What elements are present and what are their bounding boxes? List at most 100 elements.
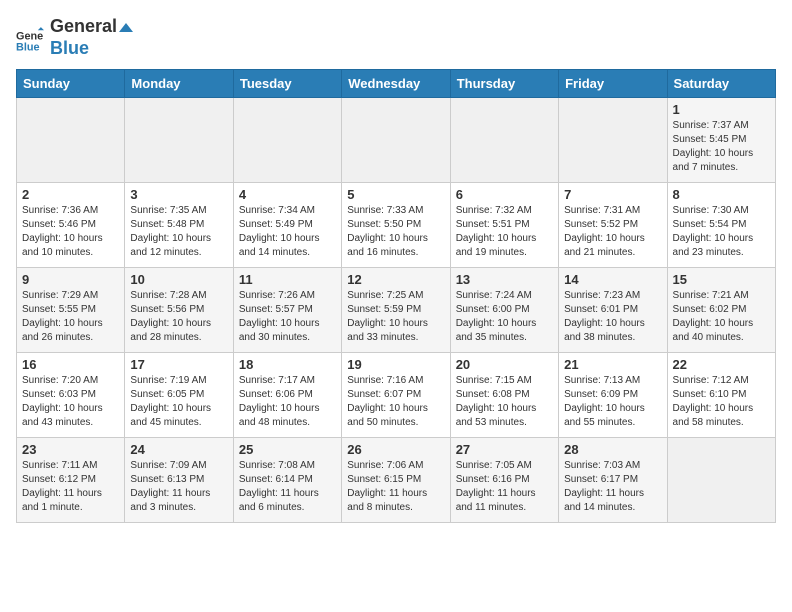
- calendar-cell: [559, 98, 667, 183]
- day-info: Sunrise: 7:16 AM Sunset: 6:07 PM Dayligh…: [347, 374, 444, 430]
- day-info: Sunrise: 7:17 AM Sunset: 6:06 PM Dayligh…: [239, 374, 336, 430]
- day-number: 18: [239, 357, 336, 372]
- weekday-header: Sunday: [17, 70, 125, 98]
- logo-blue: Blue: [50, 38, 133, 60]
- day-number: 8: [673, 187, 770, 202]
- calendar-cell: 13 Sunrise: 7:24 AM Sunset: 6:00 PM Dayli…: [450, 268, 558, 353]
- day-info: Sunrise: 7:30 AM Sunset: 5:54 PM Dayligh…: [673, 204, 770, 260]
- day-number: 7: [564, 187, 661, 202]
- day-info: Sunrise: 7:19 AM Sunset: 6:05 PM Dayligh…: [130, 374, 227, 430]
- calendar-week-row: 2 Sunrise: 7:36 AM Sunset: 5:46 PM Daylig…: [17, 183, 776, 268]
- logo-general: General: [50, 16, 133, 38]
- day-info: Sunrise: 7:23 AM Sunset: 6:01 PM Dayligh…: [564, 289, 661, 345]
- day-info: Sunrise: 7:12 AM Sunset: 6:10 PM Dayligh…: [673, 374, 770, 430]
- day-info: Sunrise: 7:32 AM Sunset: 5:51 PM Dayligh…: [456, 204, 553, 260]
- calendar-week-row: 1 Sunrise: 7:37 AM Sunset: 5:45 PM Daylig…: [17, 98, 776, 183]
- day-number: 21: [564, 357, 661, 372]
- calendar-cell: [342, 98, 450, 183]
- day-info: Sunrise: 7:21 AM Sunset: 6:02 PM Dayligh…: [673, 289, 770, 345]
- day-info: Sunrise: 7:37 AM Sunset: 5:45 PM Dayligh…: [673, 119, 770, 175]
- calendar-cell: 18 Sunrise: 7:17 AM Sunset: 6:06 PM Dayli…: [233, 353, 341, 438]
- calendar-week-row: 9 Sunrise: 7:29 AM Sunset: 5:55 PM Daylig…: [17, 268, 776, 353]
- calendar-cell: [450, 98, 558, 183]
- day-info: Sunrise: 7:34 AM Sunset: 5:49 PM Dayligh…: [239, 204, 336, 260]
- day-number: 4: [239, 187, 336, 202]
- calendar-cell: [233, 98, 341, 183]
- day-number: 16: [22, 357, 119, 372]
- calendar-week-row: 23 Sunrise: 7:11 AM Sunset: 6:12 PM Dayli…: [17, 438, 776, 523]
- day-number: 19: [347, 357, 444, 372]
- day-info: Sunrise: 7:24 AM Sunset: 6:00 PM Dayligh…: [456, 289, 553, 345]
- day-info: Sunrise: 7:09 AM Sunset: 6:13 PM Dayligh…: [130, 459, 227, 515]
- calendar-cell: 24 Sunrise: 7:09 AM Sunset: 6:13 PM Dayli…: [125, 438, 233, 523]
- calendar-cell: 23 Sunrise: 7:11 AM Sunset: 6:12 PM Dayli…: [17, 438, 125, 523]
- calendar: SundayMondayTuesdayWednesdayThursdayFrid…: [16, 69, 776, 523]
- day-info: Sunrise: 7:13 AM Sunset: 6:09 PM Dayligh…: [564, 374, 661, 430]
- day-number: 9: [22, 272, 119, 287]
- calendar-cell: 4 Sunrise: 7:34 AM Sunset: 5:49 PM Daylig…: [233, 183, 341, 268]
- calendar-cell: 2 Sunrise: 7:36 AM Sunset: 5:46 PM Daylig…: [17, 183, 125, 268]
- calendar-cell: 17 Sunrise: 7:19 AM Sunset: 6:05 PM Dayli…: [125, 353, 233, 438]
- day-number: 27: [456, 442, 553, 457]
- day-number: 25: [239, 442, 336, 457]
- day-number: 22: [673, 357, 770, 372]
- calendar-cell: 14Sunrise: 7:23 AM Sunset: 6:01 PM Dayli…: [559, 268, 667, 353]
- day-number: 2: [22, 187, 119, 202]
- page-header: General Blue General Blue: [16, 16, 776, 59]
- calendar-cell: 3 Sunrise: 7:35 AM Sunset: 5:48 PM Daylig…: [125, 183, 233, 268]
- calendar-cell: 27 Sunrise: 7:05 AM Sunset: 6:16 PM Dayli…: [450, 438, 558, 523]
- logo-icon: General Blue: [16, 24, 44, 52]
- calendar-cell: [17, 98, 125, 183]
- day-info: Sunrise: 7:20 AM Sunset: 6:03 PM Dayligh…: [22, 374, 119, 430]
- calendar-cell: 6Sunrise: 7:32 AM Sunset: 5:51 PM Daylig…: [450, 183, 558, 268]
- calendar-cell: 7 Sunrise: 7:31 AM Sunset: 5:52 PM Daylig…: [559, 183, 667, 268]
- calendar-cell: [667, 438, 775, 523]
- day-info: Sunrise: 7:29 AM Sunset: 5:55 PM Dayligh…: [22, 289, 119, 345]
- day-number: 1: [673, 102, 770, 117]
- calendar-cell: 10 Sunrise: 7:28 AM Sunset: 5:56 PM Dayli…: [125, 268, 233, 353]
- day-number: 13: [456, 272, 553, 287]
- calendar-cell: 20 Sunrise: 7:15 AM Sunset: 6:08 PM Dayli…: [450, 353, 558, 438]
- day-number: 23: [22, 442, 119, 457]
- day-info: Sunrise: 7:25 AM Sunset: 5:59 PM Dayligh…: [347, 289, 444, 345]
- day-info: Sunrise: 7:11 AM Sunset: 6:12 PM Dayligh…: [22, 459, 119, 515]
- day-number: 11: [239, 272, 336, 287]
- calendar-cell: 16 Sunrise: 7:20 AM Sunset: 6:03 PM Dayli…: [17, 353, 125, 438]
- day-number: 12: [347, 272, 444, 287]
- day-info: Sunrise: 7:35 AM Sunset: 5:48 PM Dayligh…: [130, 204, 227, 260]
- calendar-cell: 21 Sunrise: 7:13 AM Sunset: 6:09 PM Dayli…: [559, 353, 667, 438]
- day-number: 20: [456, 357, 553, 372]
- day-info: Sunrise: 7:33 AM Sunset: 5:50 PM Dayligh…: [347, 204, 444, 260]
- day-info: Sunrise: 7:36 AM Sunset: 5:46 PM Dayligh…: [22, 204, 119, 260]
- calendar-cell: 26Sunrise: 7:06 AM Sunset: 6:15 PM Dayli…: [342, 438, 450, 523]
- calendar-cell: 28Sunrise: 7:03 AM Sunset: 6:17 PM Dayli…: [559, 438, 667, 523]
- weekday-header: Tuesday: [233, 70, 341, 98]
- calendar-cell: 9 Sunrise: 7:29 AM Sunset: 5:55 PM Daylig…: [17, 268, 125, 353]
- day-number: 3: [130, 187, 227, 202]
- calendar-cell: 22 Sunrise: 7:12 AM Sunset: 6:10 PM Dayli…: [667, 353, 775, 438]
- calendar-cell: 11 Sunrise: 7:26 AM Sunset: 5:57 PM Dayli…: [233, 268, 341, 353]
- day-number: 28: [564, 442, 661, 457]
- calendar-cell: 12 Sunrise: 7:25 AM Sunset: 5:59 PM Dayli…: [342, 268, 450, 353]
- day-info: Sunrise: 7:28 AM Sunset: 5:56 PM Dayligh…: [130, 289, 227, 345]
- weekday-header: Wednesday: [342, 70, 450, 98]
- svg-text:Blue: Blue: [16, 41, 40, 52]
- day-info: Sunrise: 7:31 AM Sunset: 5:52 PM Dayligh…: [564, 204, 661, 260]
- day-number: 17: [130, 357, 227, 372]
- day-info: Sunrise: 7:26 AM Sunset: 5:57 PM Dayligh…: [239, 289, 336, 345]
- logo: General Blue General Blue: [16, 16, 133, 59]
- weekday-header: Thursday: [450, 70, 558, 98]
- day-info: Sunrise: 7:08 AM Sunset: 6:14 PM Dayligh…: [239, 459, 336, 515]
- calendar-cell: 8 Sunrise: 7:30 AM Sunset: 5:54 PM Daylig…: [667, 183, 775, 268]
- weekday-header: Saturday: [667, 70, 775, 98]
- calendar-cell: 1 Sunrise: 7:37 AM Sunset: 5:45 PM Daylig…: [667, 98, 775, 183]
- calendar-cell: [125, 98, 233, 183]
- day-info: Sunrise: 7:15 AM Sunset: 6:08 PM Dayligh…: [456, 374, 553, 430]
- calendar-cell: 19 Sunrise: 7:16 AM Sunset: 6:07 PM Dayli…: [342, 353, 450, 438]
- day-number: 24: [130, 442, 227, 457]
- calendar-cell: 5Sunrise: 7:33 AM Sunset: 5:50 PM Daylig…: [342, 183, 450, 268]
- calendar-header-row: SundayMondayTuesdayWednesdayThursdayFrid…: [17, 70, 776, 98]
- day-number: 10: [130, 272, 227, 287]
- day-info: Sunrise: 7:05 AM Sunset: 6:16 PM Dayligh…: [456, 459, 553, 515]
- calendar-week-row: 16 Sunrise: 7:20 AM Sunset: 6:03 PM Dayli…: [17, 353, 776, 438]
